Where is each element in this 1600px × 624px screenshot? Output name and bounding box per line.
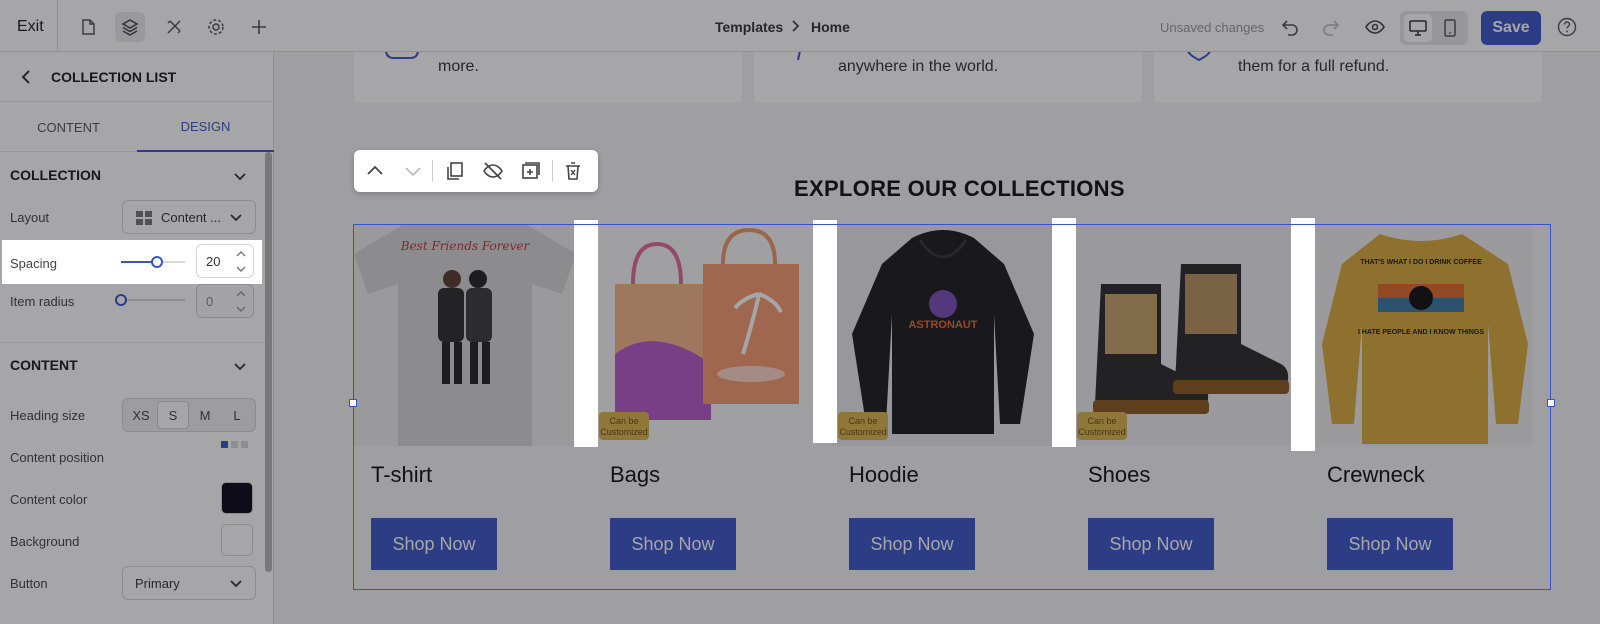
sidebar-scrollbar[interactable] [265,152,272,572]
delete-icon[interactable] [562,160,584,182]
feature-text: them for a full refund. [1238,58,1390,75]
chevron-down-icon [230,580,242,588]
move-down-icon[interactable] [402,160,424,182]
item-radius-label: Item radius [10,294,75,309]
hide-icon[interactable] [482,160,504,182]
item-radius-value: 0 [206,294,214,309]
chevron-right-icon [792,20,800,32]
spacing-label: Spacing [10,256,57,271]
shield-icon [1187,52,1211,62]
heading-size-l[interactable]: L [221,401,253,429]
spacing-value: 20 [206,254,221,269]
item-radius-slider[interactable] [115,294,185,306]
chevron-down-icon[interactable] [232,168,248,184]
increment-icon[interactable] [235,249,247,259]
shipping-icon [385,52,419,59]
exit-button[interactable]: Exit [17,18,44,36]
breadcrumb-templates[interactable]: Templates [715,19,783,35]
redo-icon[interactable] [1316,12,1346,42]
content-color-swatch[interactable] [221,482,253,514]
sidebar-tabs: CONTENT DESIGN [0,102,274,152]
feature-card: them for a full refund. [1154,52,1542,102]
button-style-select[interactable]: Primary [122,566,256,600]
breadcrumb-home[interactable]: Home [811,19,850,35]
content-color-label: Content color [10,492,88,507]
spacing-slider[interactable] [121,256,185,268]
collection-section-heading[interactable]: COLLECTION [10,167,101,183]
layout-label: Layout [10,210,50,225]
item-radius-input[interactable]: 0 [196,284,254,318]
layout-select-value: Content ... [161,210,221,225]
toolbar-divider [432,160,433,182]
globe-icon [797,52,801,61]
increment-icon[interactable] [235,289,247,299]
back-arrow-icon[interactable] [18,68,34,86]
tab-content[interactable]: CONTENT [0,102,137,152]
collection-selection-outline[interactable] [349,224,1555,590]
undo-icon[interactable] [1275,12,1305,42]
tools-icon[interactable] [159,12,189,42]
content-position-label: Content position [10,450,104,465]
desktop-view-icon[interactable] [1404,14,1432,42]
help-icon[interactable] [1552,12,1582,42]
add-icon[interactable] [244,12,274,42]
sidebar-title: COLLECTION LIST [51,69,177,85]
heading-size-selector: XS S M L [122,398,256,432]
layout-select[interactable]: Content ... [122,200,256,234]
resize-handle[interactable] [1547,399,1555,407]
chevron-down-icon [230,214,242,222]
decrement-icon[interactable] [235,264,247,274]
gear-icon[interactable] [201,12,231,42]
section-floating-toolbar [354,150,598,192]
device-switcher [1400,11,1468,45]
section-divider [0,342,273,343]
preview-eye-icon[interactable] [1360,12,1390,42]
spacing-input[interactable]: 20 [196,244,254,278]
save-button[interactable]: Save [1481,11,1541,45]
content-position-picker[interactable] [221,441,248,448]
spacing-slider-handle[interactable] [151,256,163,268]
button-style-label: Button [10,576,48,591]
feature-text: anywhere in the world. [838,58,999,75]
top-bar: Exit Templates Home Unsaved changes Save [0,0,1600,52]
page-canvas: more. anywhere in the world. them for a … [274,52,1600,624]
settings-sidebar: COLLECTION LIST CONTENT DESIGN COLLECTIO… [0,52,274,624]
feature-card: anywhere in the world. [754,52,1142,102]
item-radius-slider-handle[interactable] [115,294,127,306]
move-up-icon[interactable] [364,160,386,182]
tab-design[interactable]: DESIGN [137,102,274,152]
section-title: EXPLORE OUR COLLECTIONS [794,176,1125,201]
background-label: Background [10,534,80,549]
feature-card: more. [354,52,742,102]
feature-text: more. [438,58,479,75]
mobile-view-icon[interactable] [1436,14,1464,42]
unsaved-status: Unsaved changes [1160,20,1265,35]
toolbar-divider [57,0,58,52]
heading-size-s[interactable]: S [157,401,189,429]
button-style-value: Primary [135,576,180,591]
sidebar-header: COLLECTION LIST [0,52,273,102]
decrement-icon[interactable] [235,304,247,314]
toolbar-divider [552,160,553,182]
heading-size-xs[interactable]: XS [125,401,157,429]
add-section-icon[interactable] [520,160,542,182]
content-section-heading[interactable]: CONTENT [10,357,78,373]
background-color-swatch[interactable] [221,524,253,556]
spacing-row-highlight: Spacing 20 [2,240,262,284]
resize-handle[interactable] [349,399,357,407]
page-icon[interactable] [73,12,103,42]
layers-icon[interactable] [115,12,145,42]
layout-grid-icon [136,211,152,225]
heading-size-m[interactable]: M [189,401,221,429]
chevron-down-icon[interactable] [232,358,248,374]
heading-size-label: Heading size [10,408,86,423]
duplicate-icon[interactable] [444,160,466,182]
